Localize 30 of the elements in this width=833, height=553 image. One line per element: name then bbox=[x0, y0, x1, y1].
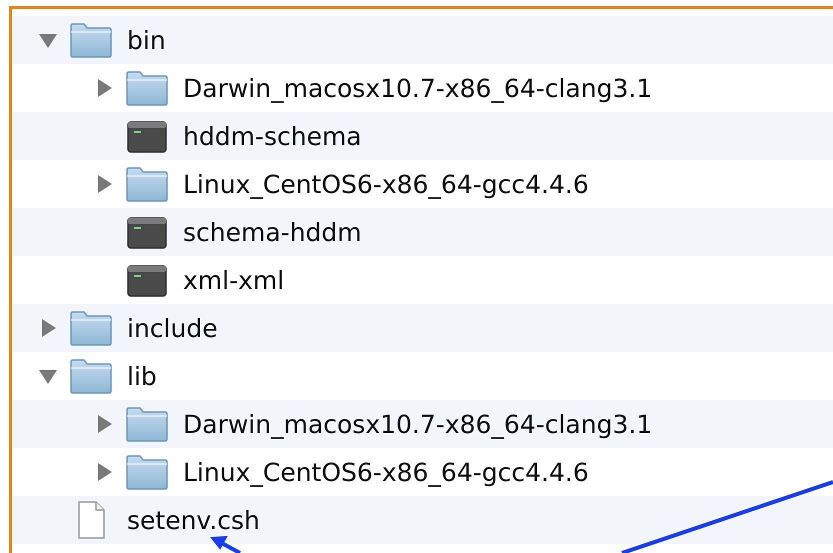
file-row[interactable]: schema-hddm bbox=[11, 208, 833, 256]
folder-icon bbox=[125, 70, 169, 106]
file-name: bin bbox=[127, 28, 166, 52]
folder-icon bbox=[69, 22, 113, 58]
file-name: xml-xml bbox=[183, 268, 284, 292]
file-row[interactable]: lib bbox=[11, 352, 833, 400]
file-row[interactable]: hddm-schema bbox=[11, 112, 833, 160]
file-row[interactable]: Linux_CentOS6-x86_64-gcc4.4.6 bbox=[11, 448, 833, 496]
file-name: schema-hddm bbox=[183, 220, 362, 244]
file-row[interactable]: Darwin_macosx10.7-x86_64-clang3.1 bbox=[11, 400, 833, 448]
folder-icon bbox=[125, 406, 169, 442]
file-row[interactable]: setenv.csh bbox=[11, 496, 833, 544]
file-name: Linux_CentOS6-x86_64-gcc4.4.6 bbox=[183, 460, 589, 484]
file-name: setenv.csh bbox=[127, 508, 260, 532]
file-name: Darwin_macosx10.7-x86_64-clang3.1 bbox=[183, 412, 652, 436]
file-name: include bbox=[127, 316, 218, 340]
file-name: lib bbox=[127, 364, 157, 388]
file-row[interactable]: include bbox=[11, 304, 833, 352]
file-name: Darwin_macosx10.7-x86_64-clang3.1 bbox=[183, 76, 652, 100]
folder-icon bbox=[125, 454, 169, 490]
annotation-arrow bbox=[210, 536, 241, 553]
file-row[interactable]: Linux_CentOS6-x86_64-gcc4.4.6 bbox=[11, 160, 833, 208]
file-name: hddm-schema bbox=[183, 124, 362, 148]
file-name: Linux_CentOS6-x86_64-gcc4.4.6 bbox=[183, 172, 589, 196]
folder-icon bbox=[69, 358, 113, 394]
file-row[interactable]: Darwin_macosx10.7-x86_64-clang3.1 bbox=[11, 64, 833, 112]
file-row[interactable]: xml-xml bbox=[11, 256, 833, 304]
folder-icon bbox=[69, 310, 113, 346]
file-row[interactable]: bin bbox=[11, 16, 833, 64]
folder-icon bbox=[125, 166, 169, 202]
